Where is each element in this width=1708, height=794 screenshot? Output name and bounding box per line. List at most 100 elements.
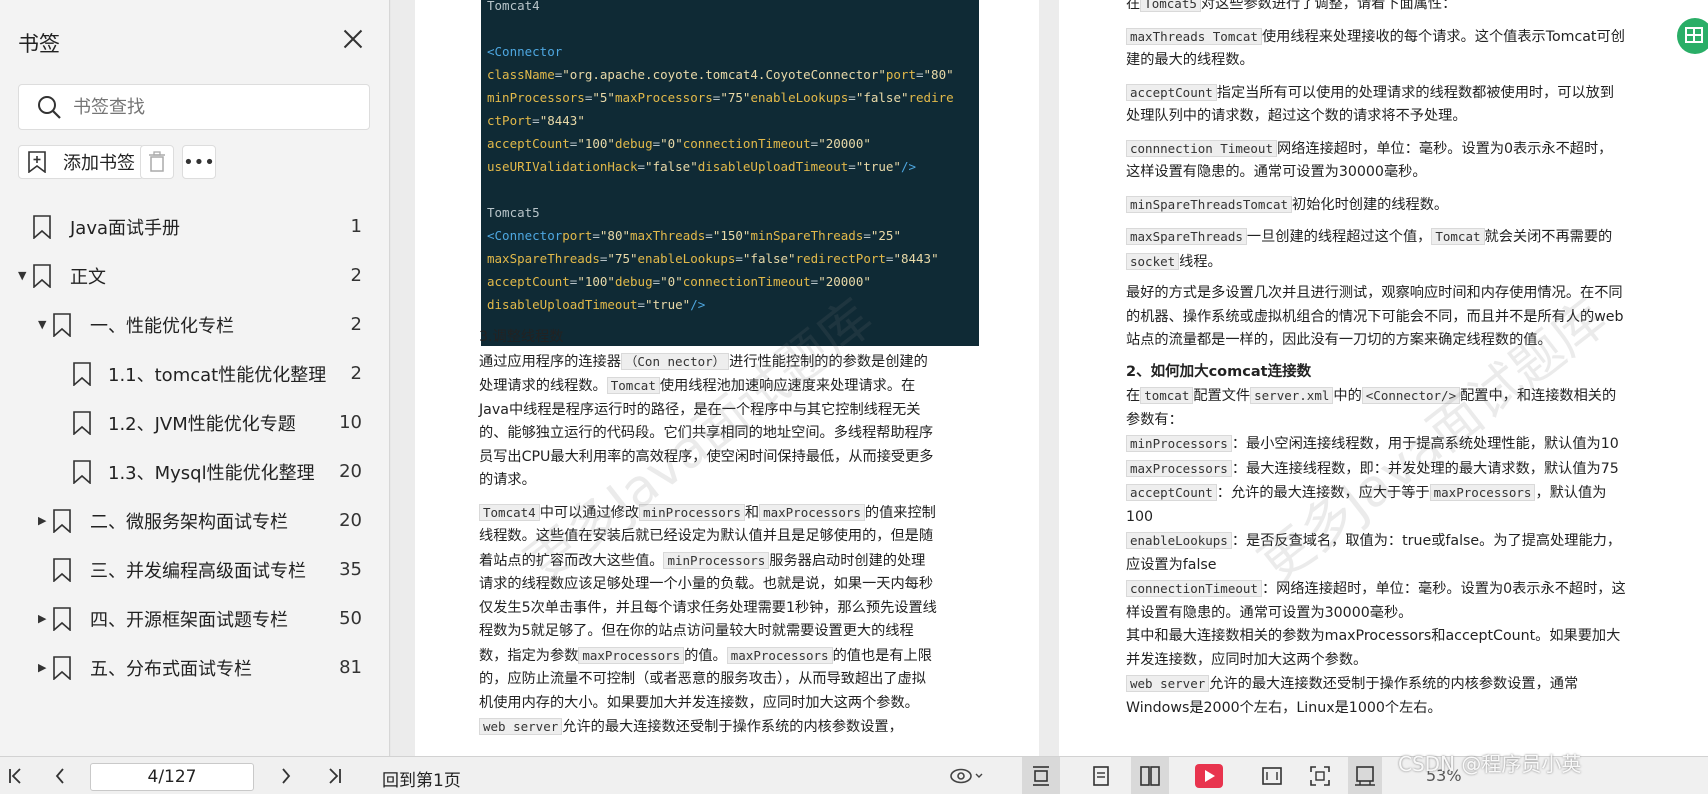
inline-code: minProcessors (639, 503, 745, 521)
collapse-arrow-icon[interactable]: ▶ (38, 661, 48, 674)
inline-code: minSpareThreadsTomcat (1126, 195, 1293, 213)
expand-arrow-icon[interactable]: ▼ (18, 269, 28, 282)
bookmark-item[interactable]: Java面试手册 1 (0, 202, 390, 251)
add-bookmark-button[interactable]: 添加书签 (18, 145, 144, 179)
text-run: 通过应用程序的连接器 (479, 353, 621, 370)
text-run: 在 (1126, 388, 1141, 404)
paragraph: maxThreads Tomcat 使用线程来处理接收的每个请求。这个值表示Tom… (1126, 25, 1626, 73)
bookmark-page-number: 81 (339, 657, 362, 678)
bookmark-label: 1.2、JVM性能优化专题 (108, 413, 296, 435)
more-options-button[interactable]: ••• (182, 145, 216, 179)
bookmark-icon (32, 264, 52, 289)
paragraph: maxSpareThreads 一旦创建的线程超过这个值， Tomcat 就会关闭不再… (1126, 225, 1626, 274)
continuous-scroll-icon[interactable] (1022, 757, 1060, 794)
expand-arrow-icon[interactable]: ▼ (38, 318, 48, 331)
collapse-arrow-icon[interactable]: ▶ (38, 514, 48, 527)
inline-code: minProcessors (663, 551, 770, 569)
inline-code: maxProcessors (578, 646, 685, 664)
bookmark-item[interactable]: 三、并发编程高级面试专栏 35 (0, 545, 390, 594)
text-run: 最好的方式是多设置几次并且进行测试，观察响应时间和内存使用情况。在不同的机器、操… (1126, 285, 1624, 348)
csdn-watermark: CSDN @程序员小英 (1398, 752, 1582, 776)
bookmark-item[interactable]: ▶ 二、微服务架构面试专栏 20 (0, 496, 390, 545)
text-run: 一旦创建的线程超过这个值， (1246, 229, 1432, 245)
back-to-first-page-link[interactable]: 回到第1页 (382, 766, 461, 791)
inline-code: enableLookups (1126, 532, 1232, 549)
list-item: connectionTimeout ：网络连接超时，单位：毫秒。设置为0表示永不超… (1126, 577, 1626, 625)
bookmark-page-number: 20 (339, 461, 362, 482)
record-button[interactable] (1192, 757, 1226, 794)
bookmark-page-number: 2 (350, 363, 362, 384)
paragraph: 在 Tomcat5 对这些参数进行了调整，请看下面属性： (1126, 0, 1626, 17)
bookmark-page-number: 2 (350, 314, 362, 335)
code-line: Tomcat5 (487, 205, 540, 220)
text-run: 其中和最大连接数相关的参数为maxProcessors和acceptCount。… (1126, 628, 1621, 668)
inline-code: socket (1126, 252, 1180, 270)
bookmark-item[interactable]: ▶ 五、分布式面试专栏 81 (0, 643, 390, 692)
bookmark-item[interactable]: 1.3、Mysql性能优化整理 20 (0, 447, 390, 496)
paragraph: connnection Timeout 网络连接超时，单位：毫秒。设置为0表示永不… (1126, 137, 1626, 185)
text-run: 的值。 (684, 647, 727, 664)
trash-icon (149, 151, 165, 172)
inline-code: maxProcessors (726, 646, 833, 664)
bookmark-item[interactable]: ▶ 四、开源框架面试题专栏 50 (0, 594, 390, 643)
search-icon (35, 93, 63, 121)
bookmark-label: Java面试手册 (70, 217, 181, 239)
bookmark-item[interactable]: ▼ 正文 2 (0, 251, 390, 300)
paragraph: minSpareThreadsTomcat 初始化时创建的线程数。 (1126, 193, 1626, 218)
list-item: maxProcessors ：最大连接线程数，即：并发处理的最大请求数，默认值为7… (1126, 457, 1626, 482)
text-run: 中的 (1333, 388, 1362, 404)
first-page-icon[interactable] (4, 757, 28, 794)
inline-code: Tomcat4 (479, 503, 540, 521)
text-run: ：最小空闲连接线程数，用于提高系统处理性能，默认值为10 (1231, 436, 1619, 452)
bookmark-label: 三、并发编程高级面试专栏 (90, 560, 306, 582)
collapse-arrow-icon[interactable]: ▶ (38, 612, 48, 625)
text-run: 对这些参数进行了调整，请看下面属性： (1200, 0, 1457, 12)
bookmark-search-input[interactable] (73, 96, 333, 118)
code-line: acceptCount="100"debug="0"connectionTime… (487, 136, 871, 151)
document-viewport[interactable]: Tomcat4 <Connector className="org.apache.… (391, 0, 1708, 756)
reading-mode-icon[interactable] (1348, 757, 1382, 794)
fit-width-icon[interactable] (1258, 757, 1286, 794)
grid-icon (1685, 27, 1703, 43)
previous-page-icon[interactable] (48, 757, 72, 794)
inline-code: connectionTimeout (1126, 580, 1262, 597)
delete-bookmark-button[interactable] (140, 145, 174, 179)
bookmark-label: 1.3、Mysql性能优化整理 (108, 462, 315, 484)
fit-page-icon[interactable] (1306, 757, 1334, 794)
bookmark-icon (52, 656, 72, 681)
two-page-icon[interactable] (1131, 757, 1169, 794)
bookmark-item[interactable]: 1.2、JVM性能优化专题 10 (0, 398, 390, 447)
paragraph: Tomcat4 中可以通过修改 minProcessors 和 maxProcessor… (479, 501, 939, 740)
inline-code: Tomcat5 (1140, 0, 1201, 12)
eye-mode-icon[interactable] (944, 757, 990, 794)
text-run: 初始化时创建的线程数。 (1292, 196, 1449, 213)
bookmark-icon (52, 607, 72, 632)
inline-code: server.xml (1250, 387, 1334, 404)
text-run: 中可以通过修改 (539, 504, 640, 521)
bookmark-page-number: 20 (339, 510, 362, 531)
single-page-icon[interactable] (1086, 757, 1116, 794)
add-bookmark-label: 添加书签 (63, 153, 135, 174)
page-number-input[interactable] (90, 763, 254, 791)
next-page-icon[interactable] (274, 757, 298, 794)
sidebar-title: 书签 (18, 32, 60, 56)
last-page-icon[interactable] (322, 757, 346, 794)
list-item: 其中和最大连接数相关的参数为maxProcessors和acceptCount。… (1126, 625, 1626, 672)
bookmark-item[interactable]: ▼ 一、性能优化专栏 2 (0, 300, 390, 349)
right-page-text: 在 Tomcat5 对这些参数进行了调整，请看下面属性： maxThreads Tom… (1126, 0, 1626, 720)
text-run: 使用线程池加速响应速度来处理请求。在Java中线程是程序运行时的路径，是在一个程… (479, 378, 934, 488)
floating-app-button[interactable] (1677, 18, 1708, 54)
text-run: 线程。 (1179, 253, 1222, 270)
bookmark-search-box[interactable] (18, 84, 370, 130)
bookmark-icon (52, 558, 72, 583)
inline-code: connnection Timeout (1126, 139, 1277, 157)
bookmark-label: 四、开源框架面试题专栏 (90, 609, 288, 631)
paragraph: acceptCount 指定当所有可以使用的处理请求的线程数都被使用时，可以放到处… (1126, 81, 1626, 129)
inline-code: web server (479, 718, 563, 735)
bookmark-icon (32, 215, 52, 240)
text-run: ：最大连接线程数，即：并发处理的最大请求数，默认值为75 (1231, 460, 1619, 477)
code-block: Tomcat4 <Connector className="org.apache.… (481, 0, 979, 346)
bookmark-item[interactable]: 1.1、tomcat性能优化整理 2 (0, 349, 390, 398)
close-icon[interactable] (340, 26, 366, 52)
